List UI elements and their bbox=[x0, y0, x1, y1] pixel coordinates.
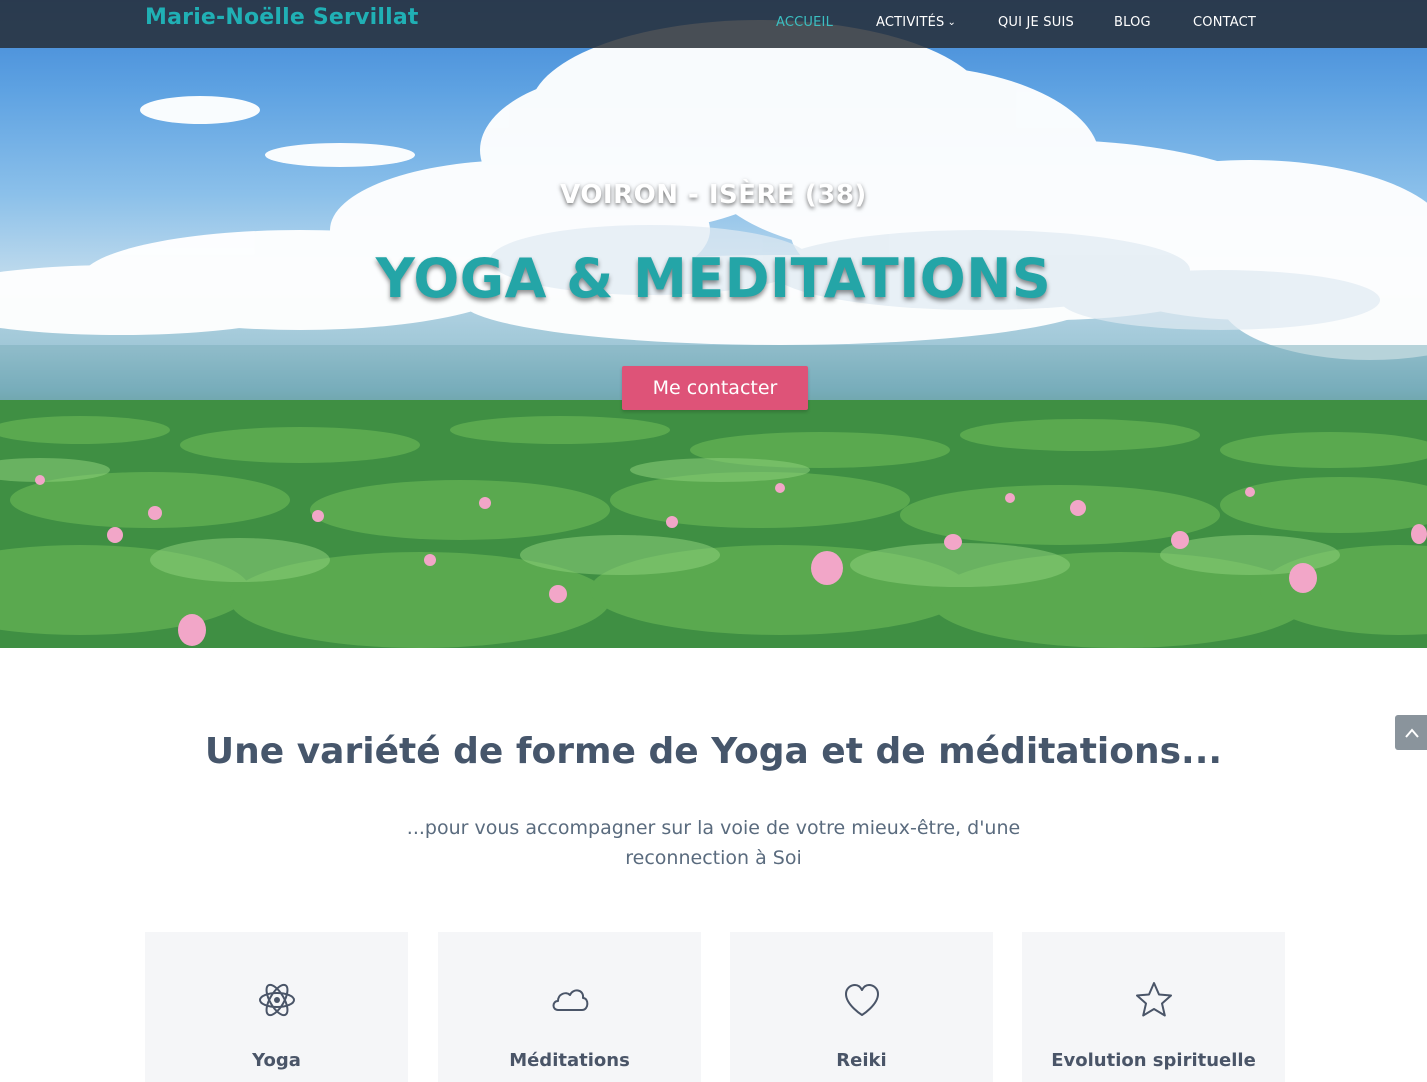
nav-item-label: QUI JE SUIS bbox=[998, 15, 1074, 30]
hero-background-image bbox=[0, 20, 1427, 648]
nav-item-label: ACTIVITÉS bbox=[876, 15, 945, 30]
activity-card-meditations[interactable]: Méditations bbox=[438, 932, 701, 1082]
activity-card-evolution-spirituelle[interactable]: Evolution spirituelle bbox=[1022, 932, 1285, 1082]
card-label: Reiki bbox=[836, 1050, 887, 1071]
activity-card-yoga[interactable]: Yoga bbox=[145, 932, 408, 1082]
nav-item-contact[interactable]: CONTACT bbox=[1193, 15, 1256, 30]
section-title: Une variété de forme de Yoga et de médit… bbox=[204, 731, 1223, 772]
contact-button[interactable]: Me contacter bbox=[622, 366, 808, 410]
card-label: Evolution spirituelle bbox=[1051, 1050, 1256, 1071]
nav-item-label: ACCUEIL bbox=[776, 15, 834, 30]
nav-item-accueil[interactable]: ACCUEIL bbox=[776, 15, 833, 30]
nav-item-label: CONTACT bbox=[1193, 15, 1257, 30]
nav-item-qui-je-suis[interactable]: QUI JE SUIS bbox=[998, 15, 1074, 30]
card-label: Méditations bbox=[509, 1050, 630, 1071]
top-navbar: Marie-Noëlle Servillat ACCUEIL ACTIVITÉS… bbox=[0, 0, 1427, 48]
hero-banner: VOIRON - ISÈRE (38) YOGA & MEDITATIONS M… bbox=[0, 0, 1427, 648]
nav-item-blog[interactable]: BLOG bbox=[1114, 15, 1151, 30]
chevron-down-icon: ⌄ bbox=[947, 17, 957, 28]
hero-title: YOGA & MEDITATIONS bbox=[375, 247, 1052, 310]
section-subtitle: ...pour vous accompagner sur la voie de … bbox=[406, 817, 1021, 869]
hero-subtitle: VOIRON - ISÈRE (38) bbox=[560, 180, 867, 210]
atom-icon bbox=[258, 983, 295, 1017]
nav-item-label: BLOG bbox=[1114, 15, 1151, 30]
activity-card-reiki[interactable]: Reiki bbox=[730, 932, 993, 1082]
nav-item-activites[interactable]: ACTIVITÉS ⌄ bbox=[876, 15, 956, 30]
heart-icon bbox=[844, 984, 879, 1016]
card-label: Yoga bbox=[252, 1050, 301, 1071]
star-icon bbox=[1135, 982, 1172, 1017]
cloud-icon bbox=[552, 989, 588, 1011]
site-logo[interactable]: Marie-Noëlle Servillat bbox=[145, 5, 419, 37]
